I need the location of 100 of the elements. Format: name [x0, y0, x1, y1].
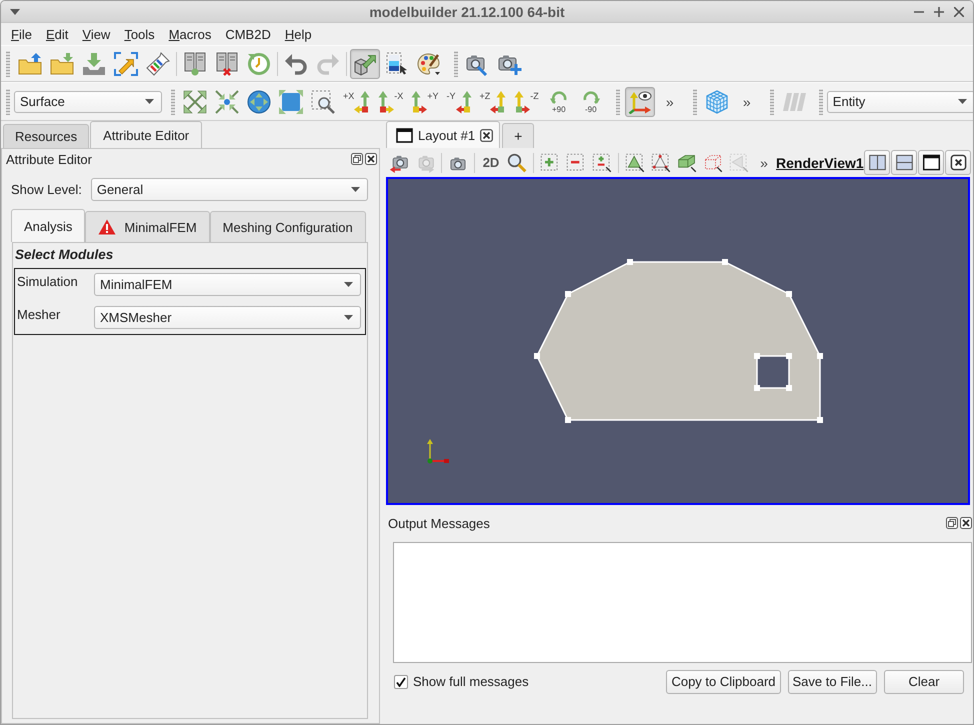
split-rows-icon	[896, 154, 912, 171]
magnifier-icon[interactable]	[507, 152, 527, 172]
window-menu-icon[interactable]	[10, 8, 20, 14]
action-button[interactable]: Copy to Clipboard	[666, 670, 781, 694]
clock-refresh-icon[interactable]	[247, 52, 271, 76]
tab[interactable]: Attribute Editor	[90, 121, 202, 148]
menu-item[interactable]: CMB2D	[218, 26, 278, 42]
folder-arrow-down-icon[interactable]	[50, 52, 74, 76]
axis-arrows-icon	[354, 90, 370, 114]
toolbar-grip[interactable]	[6, 50, 10, 76]
checkbox[interactable]	[394, 674, 408, 688]
view-button[interactable]	[918, 150, 944, 175]
rotate-arrow-icon	[580, 90, 601, 104]
dropdown[interactable]: MinimalFEM	[94, 273, 361, 296]
menu-item[interactable]: Edit	[38, 26, 76, 42]
striped-flask-icon[interactable]	[146, 52, 170, 76]
rotate-button[interactable]: +90	[544, 86, 574, 116]
view-direction-button[interactable]: -Y	[444, 86, 475, 116]
caret-icon	[351, 187, 360, 192]
axes-eye-icon	[628, 90, 652, 114]
view-mode-button[interactable]: 2D	[479, 150, 503, 174]
rotate-button[interactable]: -90	[576, 86, 606, 116]
servers-x-icon[interactable]	[215, 52, 239, 76]
view-direction-button[interactable]: +Y	[408, 86, 442, 116]
axis-arrows-icon	[490, 90, 506, 114]
float-icon[interactable]	[946, 517, 958, 529]
dashed-box-magnifier-icon[interactable]	[311, 90, 335, 114]
view-direction-button[interactable]: +X	[340, 86, 374, 116]
toolbar-grip[interactable]	[6, 88, 10, 114]
folder-arrow-up-icon[interactable]	[18, 52, 42, 76]
gradient-box-icon[interactable]	[385, 52, 409, 76]
square-arrows-icon[interactable]	[279, 90, 303, 114]
tab[interactable]: +	[502, 123, 534, 148]
palette-icon[interactable]	[417, 52, 441, 76]
section-title: Select Modules	[15, 247, 114, 262]
tab[interactable]: Resources	[3, 124, 90, 148]
dropdown[interactable]: Entity	[826, 90, 973, 112]
servers-dot-icon[interactable]	[183, 52, 207, 76]
dropdown[interactable]: Surface	[14, 90, 162, 112]
field-label: Show Level:	[11, 182, 82, 197]
tab[interactable]: Layout #1	[386, 121, 500, 148]
arrows-out-icon[interactable]	[183, 90, 207, 114]
dropdown[interactable]: XMSMesher	[94, 306, 361, 329]
view-direction-button[interactable]: +Z	[476, 86, 510, 116]
checkbox-label: Show full messages	[413, 674, 529, 689]
axes-triad-icon	[427, 439, 449, 464]
arrow-corners-icon[interactable]	[114, 52, 138, 76]
dropdown[interactable]: General	[90, 178, 368, 201]
view-name-link[interactable]: RenderView1	[776, 154, 864, 170]
float-icon[interactable]	[351, 153, 363, 165]
render-view[interactable]	[386, 177, 970, 505]
dashed-plus-icon[interactable]	[540, 152, 560, 172]
overflow-button[interactable]: »	[736, 94, 757, 110]
vertex-point	[786, 291, 792, 297]
close-icon[interactable]	[365, 153, 377, 165]
triangle-points-icon[interactable]	[651, 152, 671, 172]
menu-item[interactable]: File	[4, 26, 39, 42]
window-icon	[922, 154, 940, 171]
vertex-point	[565, 417, 571, 423]
undo-icon[interactable]	[284, 52, 308, 76]
toolbar-grip[interactable]	[454, 50, 458, 76]
toggle-button[interactable]	[350, 48, 380, 78]
maximize-icon[interactable]	[934, 6, 944, 16]
menu-item[interactable]: Help	[278, 26, 319, 42]
toolbar-grip[interactable]	[692, 88, 697, 114]
menu-item[interactable]: View	[75, 26, 118, 42]
toggle-button[interactable]	[624, 86, 655, 116]
toolbar-grip[interactable]	[616, 88, 620, 114]
overflow-button[interactable]: »	[752, 154, 776, 170]
tray-arrow-down-icon[interactable]	[82, 52, 106, 76]
tab[interactable]: MinimalFEM	[85, 211, 210, 242]
circle-arrows-icon[interactable]	[247, 90, 271, 114]
view-button[interactable]	[891, 150, 917, 175]
grid-cube-icon[interactable]	[704, 90, 729, 114]
checkmark-icon	[396, 676, 406, 686]
vertex-point	[817, 417, 823, 423]
overflow-button[interactable]: »	[660, 94, 680, 110]
action-button[interactable]: Save to File...	[788, 670, 877, 694]
toolbar-grip[interactable]	[770, 88, 774, 114]
dotted-cube-icon[interactable]	[703, 152, 723, 172]
dashed-plus-minus-icon[interactable]	[592, 152, 612, 172]
view-direction-button[interactable]: -Z	[511, 86, 542, 116]
menu-item[interactable]: Macros	[162, 26, 218, 42]
tab[interactable]: Meshing Configuration	[210, 211, 366, 242]
close-icon[interactable]	[960, 517, 972, 529]
view-button[interactable]	[864, 150, 890, 175]
view-direction-button[interactable]: -X	[375, 86, 406, 116]
toolbar-grip[interactable]	[818, 88, 823, 114]
tab[interactable]: Analysis	[11, 209, 86, 242]
menu-item[interactable]: Tools	[117, 26, 162, 42]
window-icon	[396, 128, 413, 142]
arrows-in-dot-icon[interactable]	[215, 90, 239, 114]
close-icon[interactable]	[954, 6, 964, 16]
block-cursor-icon[interactable]	[677, 152, 697, 172]
dashed-minus-icon[interactable]	[566, 152, 586, 172]
view-button[interactable]	[945, 150, 971, 175]
close-icon[interactable]	[480, 128, 494, 142]
field-label: Simulation	[17, 273, 79, 289]
action-button[interactable]: Clear	[884, 670, 964, 694]
toolbar-grip[interactable]	[171, 88, 175, 114]
